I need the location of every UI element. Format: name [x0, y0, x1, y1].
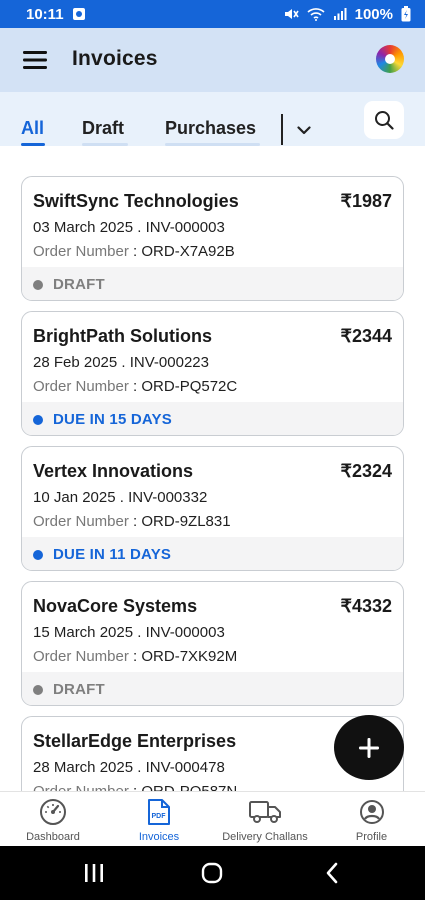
tab-purchases[interactable]: Purchases: [165, 118, 256, 139]
menu-button[interactable]: [20, 48, 50, 72]
back-chevron-icon: [326, 862, 338, 884]
hamburger-menu-icon: [23, 51, 47, 69]
customer-name: Vertex Innovations: [33, 461, 194, 481]
invoice-card[interactable]: Vertex Innovations ₹2324 10 Jan 2025 . I…: [21, 446, 404, 571]
plus-icon: [359, 737, 379, 758]
order-number-label: Order Number: [33, 648, 129, 665]
invoice-date-number: 03 March 2025 . INV-000003: [33, 219, 225, 236]
signal-icon: [333, 7, 347, 21]
back-button[interactable]: [322, 861, 342, 885]
profile-icon: [359, 798, 385, 826]
order-number-row: Order Number : ORD-X7A92B: [33, 243, 235, 260]
status-label: DUE IN 15 DAYS: [53, 411, 172, 428]
home-button[interactable]: [200, 861, 224, 885]
tab-all[interactable]: All: [21, 118, 44, 139]
order-number-value: ORD-9ZL831: [141, 513, 231, 530]
invoice-date-number: 15 March 2025 . INV-000003: [33, 624, 225, 641]
order-number-row: Order Number : ORD-9ZL831: [33, 513, 231, 530]
nav-profile-label: Profile: [355, 831, 388, 843]
order-number-label: Order Number: [33, 513, 129, 530]
app-bar: Invoices: [0, 28, 425, 92]
chevron-down-icon: [297, 125, 311, 134]
status-label: DRAFT: [53, 681, 105, 698]
status-bar: 10:11 100%: [0, 0, 425, 28]
status-dot: [33, 279, 43, 290]
speedometer-icon: [39, 798, 67, 826]
tab-divider: [281, 114, 283, 145]
order-number-label: Order Number: [33, 378, 129, 395]
search-icon: [375, 111, 394, 130]
invoice-card[interactable]: SwiftSync Technologies ₹1987 03 March 20…: [21, 176, 404, 301]
search-button[interactable]: [364, 101, 404, 139]
invoice-date-number: 10 Jan 2025 . INV-000332: [33, 489, 208, 506]
battery-charging-icon: [401, 6, 411, 22]
more-tabs-button[interactable]: [294, 122, 314, 138]
order-number-separator: :: [128, 513, 142, 530]
nav-delivery-challans[interactable]: Delivery Challans: [212, 792, 318, 847]
mute-icon: [283, 7, 299, 21]
invoice-amount: ₹1987: [340, 191, 393, 211]
status-row: DUE IN 15 DAYS: [22, 402, 403, 435]
status-label: DRAFT: [53, 276, 105, 293]
recent-apps-button[interactable]: [82, 861, 106, 885]
invoice-amount: ₹2344: [340, 326, 393, 346]
notification-icon: [72, 7, 86, 21]
invoice-amount: ₹4332: [340, 596, 393, 616]
home-icon: [201, 862, 223, 884]
recent-apps-icon: [85, 864, 103, 882]
invoice-date-number: 28 Feb 2025 . INV-000223: [33, 354, 209, 371]
order-number-value: ORD-PQ572C: [141, 378, 238, 395]
status-row: DRAFT: [22, 672, 403, 705]
order-number-row: Order Number : ORD-PQ587N: [33, 783, 237, 791]
customer-name: NovaCore Systems: [33, 596, 198, 616]
nav-invoices[interactable]: PDF Invoices: [106, 792, 212, 847]
pdf-document-icon: PDF: [147, 798, 171, 826]
invoice-list[interactable]: SwiftSync Technologies ₹1987 03 March 20…: [0, 146, 425, 791]
order-number-separator: :: [128, 243, 142, 260]
customer-name: SwiftSync Technologies: [33, 191, 239, 211]
customer-name: StellarEdge Enterprises: [33, 731, 237, 751]
order-number-label: Order Number: [33, 783, 129, 791]
order-number-row: Order Number : ORD-7XK92M: [33, 648, 237, 665]
invoice-amount: ₹2324: [340, 461, 393, 481]
system-navigation-bar: [0, 846, 425, 900]
status-dot: [33, 414, 43, 425]
nav-dashboard[interactable]: Dashboard: [0, 792, 106, 847]
order-number-value: ORD-X7A92B: [141, 243, 235, 260]
status-dot: [33, 549, 43, 560]
status-row: DRAFT: [22, 267, 403, 300]
order-number-label: Order Number: [33, 243, 129, 260]
status-label: DUE IN 11 DAYS: [53, 546, 172, 563]
nav-delivery-challans-label: Delivery Challans: [222, 831, 308, 843]
status-dot: [33, 684, 43, 695]
status-row: DUE IN 11 DAYS: [22, 537, 403, 570]
order-number-value: ORD-PQ587N: [141, 783, 237, 791]
nav-invoices-label: Invoices: [138, 831, 180, 843]
status-time: 10:11: [26, 5, 64, 23]
invoice-date-number: 28 March 2025 . INV-000478: [33, 759, 225, 776]
pdf-icon-text: PDF: [152, 813, 167, 820]
order-number-row: Order Number : ORD-PQ572C: [33, 378, 237, 395]
nav-profile[interactable]: Profile: [318, 792, 425, 847]
delivery-truck-icon: [248, 798, 282, 826]
bottom-navigation: Dashboard PDF Invoices Delivery Challans…: [0, 791, 425, 846]
wifi-icon: [307, 7, 325, 21]
add-invoice-button[interactable]: [334, 715, 404, 780]
invoice-card[interactable]: BrightPath Solutions ₹2344 28 Feb 2025 .…: [21, 311, 404, 436]
theme-color-wheel-icon[interactable]: [376, 45, 404, 73]
customer-name: BrightPath Solutions: [33, 326, 212, 346]
tab-bar: All Draft Purchases: [0, 92, 425, 146]
order-number-separator: :: [128, 648, 142, 665]
nav-dashboard-label: Dashboard: [26, 831, 80, 843]
invoice-card[interactable]: NovaCore Systems ₹4332 15 March 2025 . I…: [21, 581, 404, 706]
order-number-separator: :: [128, 378, 142, 395]
page-title: Invoices: [72, 47, 158, 70]
order-number-separator: :: [129, 783, 142, 791]
battery-percent: 100%: [354, 5, 393, 23]
tab-draft[interactable]: Draft: [82, 118, 124, 139]
order-number-value: ORD-7XK92M: [141, 648, 238, 665]
